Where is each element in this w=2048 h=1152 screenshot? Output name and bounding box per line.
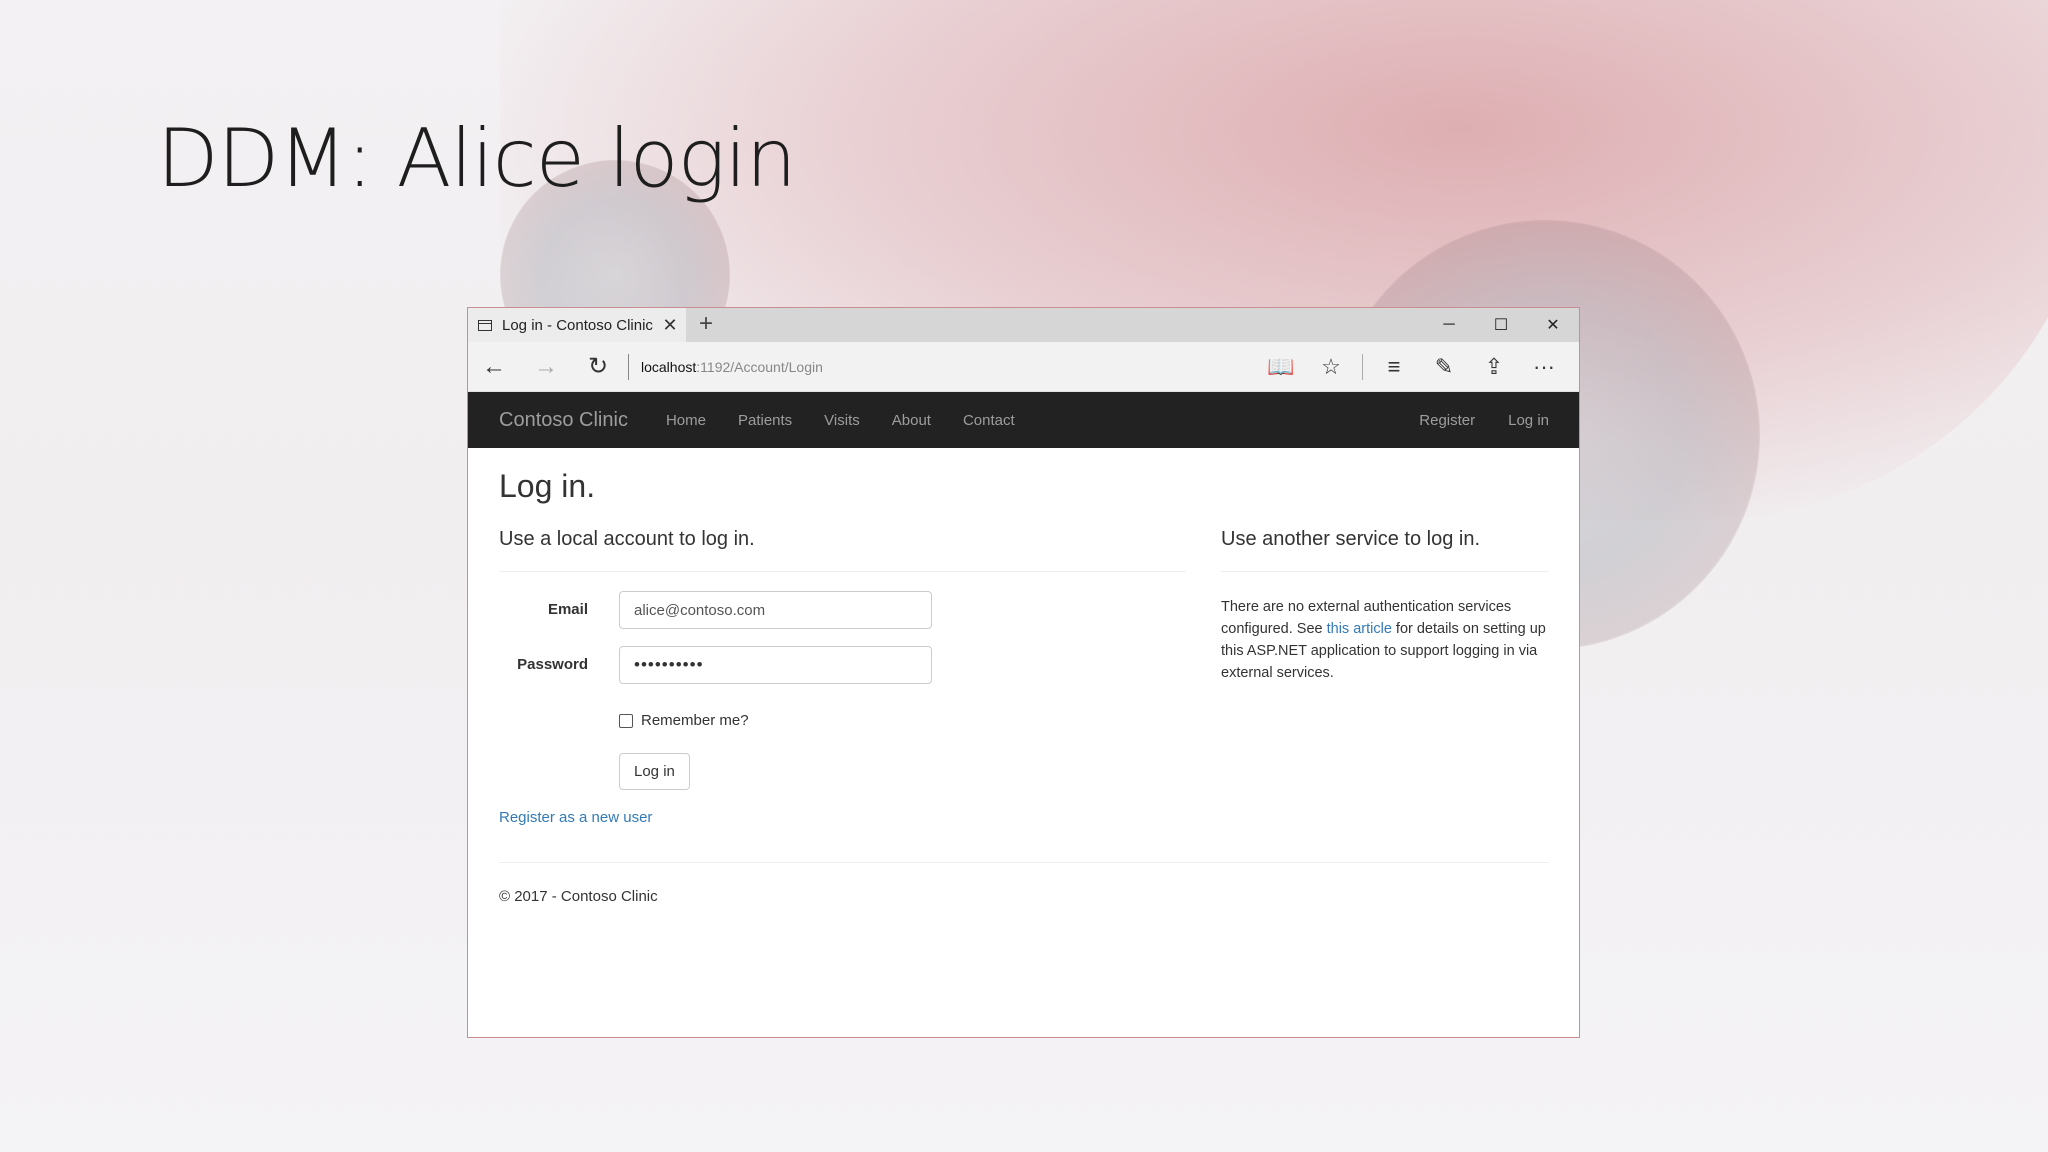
external-auth-text: There are no external authentication ser… — [1221, 596, 1551, 684]
footer-copyright: © 2017 - Contoso Clinic — [499, 888, 658, 905]
tab-page-icon — [478, 319, 492, 331]
slide-title: DDM: Alice login — [157, 112, 797, 205]
tab-close-icon[interactable]: ✕ — [660, 315, 680, 336]
close-window-button[interactable]: ✕ — [1527, 308, 1579, 342]
maximize-button[interactable]: ☐ — [1475, 308, 1527, 342]
nav-home[interactable]: Home — [650, 412, 722, 429]
address-separator — [628, 353, 629, 380]
password-field[interactable]: •••••••••• — [619, 646, 932, 684]
nav-register[interactable]: Register — [1386, 412, 1475, 429]
remember-me-label: Remember me? — [641, 712, 749, 729]
page-heading: Log in. — [499, 468, 596, 504]
password-label: Password — [517, 656, 588, 673]
more-icon[interactable]: ··· — [1519, 354, 1569, 380]
site-navbar: Contoso Clinic Home Patients Visits Abou… — [468, 392, 1579, 448]
site-brand[interactable]: Contoso Clinic — [499, 409, 628, 432]
divider — [499, 571, 1186, 572]
footer-divider — [499, 862, 1549, 863]
tools-separator — [1362, 353, 1363, 380]
nav-contact[interactable]: Contact — [947, 412, 1031, 429]
local-account-heading: Use a local account to log in. — [499, 528, 755, 550]
url-host: localhost — [641, 358, 697, 375]
nav-account-links: Register Log in — [1386, 392, 1549, 448]
this-article-link[interactable]: this article — [1327, 621, 1392, 637]
reading-view-icon[interactable]: 📖 — [1256, 354, 1306, 380]
tab-title: Log in - Contoso Clinic — [502, 316, 653, 334]
remember-me-checkbox[interactable] — [619, 713, 633, 728]
nav-about[interactable]: About — [876, 412, 947, 429]
address-bar-tools: 📖 ☆ ≡ ✎ ⇪ ··· — [1256, 342, 1569, 391]
new-tab-button[interactable]: + — [699, 310, 713, 338]
favorite-star-icon[interactable]: ☆ — [1306, 354, 1356, 380]
address-bar: ← → ↻ localhost:1192/Account/Login 📖 ☆ ≡… — [468, 342, 1579, 392]
minimize-button[interactable]: ─ — [1423, 308, 1475, 342]
nav-patients[interactable]: Patients — [722, 412, 808, 429]
url-field[interactable]: localhost:1192/Account/Login — [641, 359, 823, 375]
hub-icon[interactable]: ≡ — [1369, 354, 1419, 380]
browser-titlebar: Log in - Contoso Clinic ✕ + ─ ☐ ✕ — [468, 308, 1579, 342]
window-controls: ─ ☐ ✕ — [1423, 308, 1579, 342]
refresh-icon[interactable]: ↻ — [572, 352, 624, 381]
divider — [1221, 571, 1549, 572]
forward-arrow-icon[interactable]: → — [520, 353, 572, 381]
nav-login[interactable]: Log in — [1475, 412, 1549, 429]
share-icon[interactable]: ⇪ — [1469, 354, 1519, 380]
browser-window: Log in - Contoso Clinic ✕ + ─ ☐ ✕ ← → ↻ … — [467, 307, 1580, 1038]
email-field[interactable]: alice@contoso.com — [619, 591, 932, 629]
browser-tab[interactable]: Log in - Contoso Clinic ✕ — [468, 308, 686, 342]
remember-me-option[interactable]: Remember me? — [619, 712, 749, 729]
external-service-heading: Use another service to log in. — [1221, 528, 1481, 550]
back-arrow-icon[interactable]: ← — [468, 353, 520, 381]
nav-visits[interactable]: Visits — [808, 412, 876, 429]
register-new-user-link[interactable]: Register as a new user — [499, 809, 652, 826]
email-label: Email — [547, 601, 588, 618]
url-path: :1192/Account/Login — [696, 358, 823, 375]
login-button[interactable]: Log in — [619, 753, 690, 790]
web-note-icon[interactable]: ✎ — [1419, 354, 1469, 380]
